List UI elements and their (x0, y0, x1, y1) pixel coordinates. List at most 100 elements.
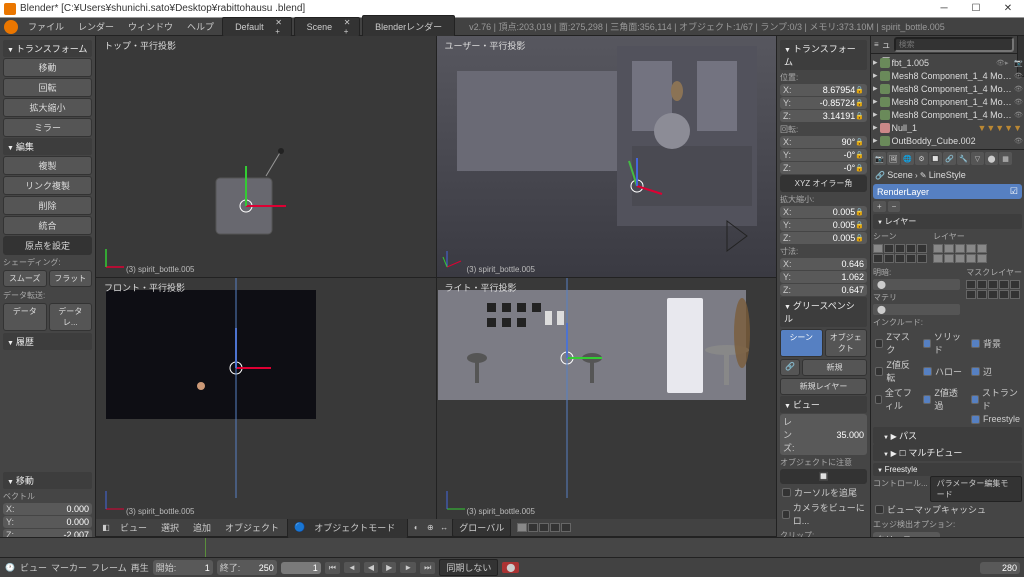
join-button[interactable]: 統合 (3, 216, 92, 235)
data-transfer-button[interactable]: データ (3, 303, 47, 331)
minimize-button[interactable]: ─ (932, 2, 956, 16)
play-button[interactable]: ▶ (382, 562, 396, 573)
freestyle-checkbox[interactable] (971, 415, 980, 424)
scale-y-field[interactable]: Y:0.005🔒 (780, 219, 867, 231)
rot-y-field[interactable]: Y:-0°🔒 (780, 149, 867, 161)
data-layout-button[interactable]: データレ... (49, 303, 93, 331)
solid-checkbox[interactable] (923, 339, 931, 348)
rot-x-field[interactable]: X:90°🔒 (780, 136, 867, 148)
timeline-cursor[interactable] (205, 538, 206, 557)
translate-button[interactable]: 移動 (3, 58, 92, 77)
gp-new-button[interactable]: 新規 (802, 359, 867, 376)
mask-layers[interactable] (966, 280, 1022, 299)
scene-layers[interactable] (873, 244, 927, 263)
material-override[interactable]: ⬤ (873, 304, 960, 315)
end-frame-field[interactable]: 終了:250 (217, 560, 277, 575)
tl-view-menu[interactable]: ビュー (20, 561, 47, 574)
transform-panel-header[interactable]: トランスフォーム (3, 40, 92, 57)
delete-button[interactable]: 削除 (3, 196, 92, 215)
sky-checkbox[interactable] (971, 339, 980, 348)
screen-layout-dropdown[interactable]: Default ✕ + (222, 17, 292, 37)
edge-checkbox[interactable] (971, 367, 980, 376)
rot-z-field[interactable]: Z:-0°🔒 (780, 162, 867, 174)
allz-checkbox[interactable] (875, 395, 882, 404)
view-panel-header[interactable]: ビュー (780, 396, 867, 413)
dim-z-field[interactable]: Z:0.647 (780, 284, 867, 296)
grease-pencil-header[interactable]: グリースペンシル (780, 297, 867, 327)
gp-object-button[interactable]: オブジェクト (825, 329, 868, 357)
menu-window[interactable]: ウィンドウ (122, 18, 179, 35)
loc-x-field[interactable]: X:8.67954🔒 (780, 84, 867, 96)
transform-n-header[interactable]: トランスフォーム (780, 40, 867, 70)
mode-dropdown[interactable]: 🔵 オブジェクトモード (287, 516, 408, 539)
timeline-track[interactable] (0, 538, 1024, 558)
outliner-editor-icon[interactable]: ≡ (874, 39, 879, 51)
start-frame-field[interactable]: 開始:1 (153, 560, 213, 575)
history-panel-header[interactable]: 履歴 (3, 333, 92, 350)
menu-help[interactable]: ヘルプ (181, 18, 220, 35)
scale-z-field[interactable]: Z:0.005🔒 (780, 232, 867, 244)
lock-object-field[interactable]: 🔲 (780, 469, 867, 484)
properties-context-tabs[interactable]: 📷🖼🌐⚙🔲🔗🔧▽⬤▦ (873, 152, 1022, 165)
zmask-checkbox[interactable] (875, 339, 883, 348)
duplicate-button[interactable]: 複製 (3, 156, 92, 175)
set-origin-dropdown[interactable]: 原点を設定 (3, 236, 92, 255)
shade-flat-button[interactable]: フラット (49, 270, 93, 287)
header-view-menu[interactable]: ビュー (114, 519, 153, 536)
halo-checkbox[interactable] (923, 367, 932, 376)
menu-file[interactable]: ファイル (22, 18, 70, 35)
zinv-checkbox[interactable] (875, 367, 883, 376)
viewport-top[interactable]: トップ・平行投影 (3) spirit_bottle.005 (96, 36, 436, 277)
viewport-user[interactable]: ユーザー・平行投影 (3) spirit_bottle.005 (437, 36, 777, 277)
layer-layers[interactable] (933, 244, 987, 263)
scale-x-field[interactable]: X:0.005🔒 (780, 206, 867, 218)
lock-camera-checkbox[interactable] (782, 510, 790, 519)
menu-render[interactable]: レンダー (72, 18, 120, 35)
maximize-button[interactable]: ☐ (964, 2, 988, 16)
scale-button[interactable]: 拡大縮小 (3, 98, 92, 117)
viewport-right[interactable]: ライト・平行投影 (3) spirit_bottle.005 (437, 278, 777, 519)
add-renderlayer-button[interactable]: + (873, 201, 886, 212)
strand-checkbox[interactable] (971, 395, 979, 404)
light-override[interactable]: ⬤ (873, 279, 960, 290)
auto-keyframe-button[interactable]: ⬤ (502, 562, 519, 573)
layer-section-header[interactable]: レイヤー (873, 214, 1022, 229)
pivot-icon[interactable]: ⊕ (424, 522, 436, 534)
lens-field[interactable]: レンズ:35.000 (780, 414, 867, 455)
vector-z-field[interactable]: Z:-2.007 (3, 529, 92, 537)
rotation-mode-dropdown[interactable]: XYZ オイラー角 (780, 175, 867, 192)
jump-start-button[interactable]: ⏮ (325, 562, 340, 574)
shade-smooth-button[interactable]: スムーズ (3, 270, 47, 287)
current-frame-field[interactable]: 1 (281, 562, 321, 574)
freestyle-section-header[interactable]: Freestyle (873, 463, 1022, 476)
timeline-editor-icon[interactable]: 🕐 (4, 562, 16, 574)
viewport-front[interactable]: フロント・平行投影 (3) spirit_bottle.005 (96, 278, 436, 519)
header-add-menu[interactable]: 追加 (187, 519, 217, 536)
rotate-button[interactable]: 回転 (3, 78, 92, 97)
vector-y-field[interactable]: Y:0.000 (3, 516, 92, 528)
mirror-button[interactable]: ミラー (3, 118, 92, 137)
renderlayer-item[interactable]: RenderLayer☑ (873, 184, 1022, 199)
dim-x-field[interactable]: X:0.646 (780, 258, 867, 270)
control-mode-dropdown[interactable]: パラメーター編集モード (930, 476, 1022, 502)
render-engine-dropdown[interactable]: Blenderレンダー (362, 15, 455, 38)
jump-end-button[interactable]: ⏭ (420, 562, 435, 574)
lock-cursor-checkbox[interactable] (782, 488, 791, 497)
crease-angle-field[interactable]: クリース角度:135° (873, 532, 940, 537)
ztransp-checkbox[interactable] (923, 395, 931, 404)
gp-scene-button[interactable]: シーン (780, 329, 823, 357)
close-button[interactable]: ✕ (996, 2, 1020, 16)
layer-buttons[interactable] (517, 523, 571, 532)
outliner-tree[interactable]: ▸fbt_1.005👁▸📷 ▸Mesh8 Component_1_4 Model… (871, 54, 1024, 149)
remove-renderlayer-button[interactable]: − (888, 201, 901, 212)
play-reverse-button[interactable]: ◀ (364, 562, 378, 573)
gp-new-layer-button[interactable]: 新規レイヤー (780, 378, 867, 395)
tl-marker-menu[interactable]: マーカー (51, 561, 87, 574)
sync-mode-dropdown[interactable]: 同期しない (439, 559, 498, 576)
viewport-shading-icon[interactable]: ◐ (410, 522, 422, 534)
operator-panel-header[interactable]: 移動 (3, 472, 92, 489)
edit-panel-header[interactable]: 編集 (3, 138, 92, 155)
loc-z-field[interactable]: Z:3.14191🔒 (780, 110, 867, 122)
next-keyframe-button[interactable]: ► (400, 562, 416, 573)
vector-x-field[interactable]: X:0.000 (3, 503, 92, 515)
